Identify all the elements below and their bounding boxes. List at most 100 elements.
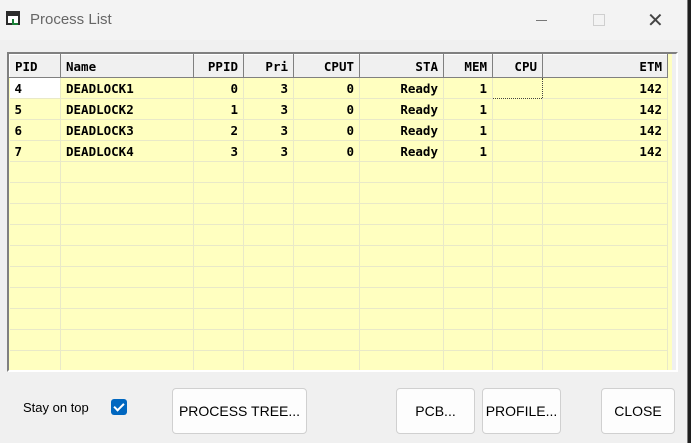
close-window-button[interactable]: ✕: [635, 0, 681, 40]
empty-row: [9, 266, 668, 288]
cell-mem: 1: [443, 140, 493, 162]
empty-cell: [60, 203, 194, 225]
empty-cell: [193, 161, 244, 183]
process-tree-button[interactable]: PROCESS TREE...: [172, 388, 307, 434]
cell-cpu: [492, 119, 543, 141]
cell-mem: 1: [443, 119, 493, 141]
empty-cell: [542, 308, 668, 330]
column-header-sta[interactable]: STA: [359, 54, 444, 78]
pcb-button[interactable]: PCB...: [396, 388, 475, 434]
column-header-mem[interactable]: MEM: [443, 54, 493, 78]
empty-cell: [293, 245, 360, 267]
empty-cell: [193, 245, 244, 267]
empty-cell: [243, 245, 294, 267]
empty-row: [9, 308, 668, 330]
empty-cell: [359, 161, 444, 183]
column-header-etm[interactable]: ETM: [542, 54, 668, 78]
empty-row: [9, 203, 668, 225]
cell-name: DEADLOCK3: [60, 119, 194, 141]
empty-cell: [492, 329, 543, 351]
empty-cell: [443, 329, 493, 351]
empty-cell: [293, 350, 360, 370]
empty-row: [9, 182, 668, 204]
table-row[interactable]: 5 DEADLOCK2 1 3 0 Ready 1 142: [9, 98, 668, 120]
empty-cell: [443, 350, 493, 370]
close-icon: ✕: [647, 8, 664, 32]
cell-cput: 0: [293, 98, 360, 120]
minimize-button[interactable]: [519, 0, 565, 40]
stay-on-top-label: Stay on top: [23, 400, 89, 415]
empty-row: [9, 224, 668, 246]
empty-row: [9, 350, 668, 370]
empty-cell: [542, 287, 668, 309]
stay-on-top-checkbox[interactable]: [111, 399, 127, 415]
empty-cell: [359, 308, 444, 330]
close-button[interactable]: CLOSE: [601, 388, 675, 434]
empty-cell: [243, 224, 294, 246]
cell-sta: Ready: [359, 140, 444, 162]
empty-cell: [542, 224, 668, 246]
cell-pri: 3: [243, 77, 294, 99]
table-row[interactable]: 4 DEADLOCK1 0 3 0 Ready 1 142: [9, 77, 668, 99]
empty-cell: [9, 203, 61, 225]
cell-ppid: 1: [193, 98, 244, 120]
empty-cell: [293, 329, 360, 351]
empty-cell: [193, 287, 244, 309]
cell-pid: 7: [9, 140, 61, 162]
cell-name: DEADLOCK1: [60, 77, 194, 99]
empty-cell: [293, 203, 360, 225]
empty-cell: [193, 350, 244, 370]
column-header-cput[interactable]: CPUT: [293, 54, 360, 78]
empty-cell: [9, 266, 61, 288]
empty-cell: [60, 161, 194, 183]
cell-cpu: [492, 140, 543, 162]
maximize-button[interactable]: [577, 0, 623, 40]
table-row[interactable]: 7 DEADLOCK4 3 3 0 Ready 1 142: [9, 140, 668, 162]
cell-etm: 142: [542, 98, 668, 120]
column-header-pid[interactable]: PID: [9, 54, 61, 78]
empty-cell: [243, 329, 294, 351]
empty-cell: [492, 287, 543, 309]
empty-cell: [243, 182, 294, 204]
empty-cell: [293, 224, 360, 246]
empty-cell: [359, 350, 444, 370]
profile-button[interactable]: PROFILE...: [482, 388, 561, 434]
cell-ppid: 2: [193, 119, 244, 141]
cell-etm: 142: [542, 77, 668, 99]
empty-cell: [193, 308, 244, 330]
window-title: Process List: [30, 11, 112, 28]
empty-cell: [359, 245, 444, 267]
empty-cell: [293, 266, 360, 288]
column-header-ppid[interactable]: PPID: [193, 54, 244, 78]
empty-cell: [443, 161, 493, 183]
cell-cpu: [492, 77, 543, 99]
cell-etm: 142: [542, 119, 668, 141]
empty-cell: [492, 161, 543, 183]
grid-header-row: PID Name PPID Pri CPUT STA MEM CPU ETM: [9, 54, 668, 78]
table-row[interactable]: 6 DEADLOCK3 2 3 0 Ready 1 142: [9, 119, 668, 141]
column-header-name[interactable]: Name: [60, 54, 194, 78]
empty-row: [9, 161, 668, 183]
empty-cell: [542, 350, 668, 370]
column-header-pri[interactable]: Pri: [243, 54, 294, 78]
empty-cell: [492, 203, 543, 225]
column-header-cpu[interactable]: CPU: [492, 54, 543, 78]
process-grid[interactable]: PID Name PPID Pri CPUT STA MEM CPU ETM 4 DEADLOCK…: [7, 52, 678, 372]
empty-row: [9, 329, 668, 351]
empty-cell: [243, 308, 294, 330]
empty-cell: [60, 266, 194, 288]
cell-sta: Ready: [359, 77, 444, 99]
empty-cell: [443, 287, 493, 309]
empty-cell: [193, 182, 244, 204]
process-table: PID Name PPID Pri CPUT STA MEM CPU ETM 4 DEADLOCK…: [9, 54, 668, 370]
empty-cell: [293, 308, 360, 330]
cell-cpu: [492, 98, 543, 120]
title-bar[interactable]: Process List ✕: [0, 0, 687, 40]
cell-pid: 4: [9, 77, 61, 99]
empty-cell: [9, 245, 61, 267]
empty-cell: [359, 182, 444, 204]
cell-sta: Ready: [359, 119, 444, 141]
cell-name: DEADLOCK4: [60, 140, 194, 162]
empty-cell: [359, 266, 444, 288]
empty-cell: [542, 329, 668, 351]
